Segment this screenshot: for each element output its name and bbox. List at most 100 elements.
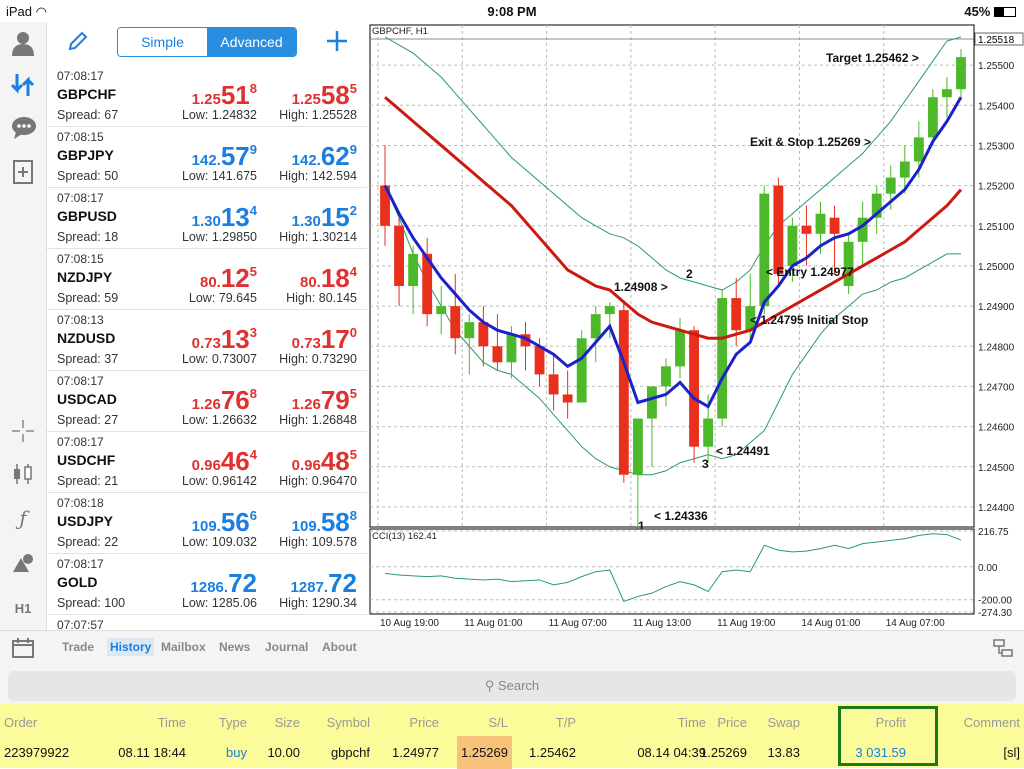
candle-body bbox=[450, 306, 461, 339]
column-header-symbol[interactable]: Symbol bbox=[327, 715, 370, 730]
quote-row[interactable]: 07:08:18 USDJPY Spread: 22 Low: 109.032 High… bbox=[47, 493, 367, 554]
advanced-mode-button[interactable]: Advanced bbox=[207, 28, 296, 56]
candle-body bbox=[913, 137, 924, 162]
quote-row[interactable]: 07:08:17 USDCAD Spread: 27 Low: 1.26632 High… bbox=[47, 371, 367, 432]
quote-time: 07:08:18 bbox=[57, 496, 104, 510]
candle-body bbox=[843, 241, 854, 287]
candle-body bbox=[506, 334, 517, 363]
column-header-size[interactable]: Size bbox=[275, 715, 300, 730]
ask-pips: 58 bbox=[320, 80, 350, 110]
column-header-swap[interactable]: Swap bbox=[767, 715, 800, 730]
simple-mode-button[interactable]: Simple bbox=[118, 28, 207, 56]
search-icon: ⚲ bbox=[484, 678, 495, 693]
timeframe-icon[interactable]: H1 bbox=[11, 597, 35, 621]
quote-row[interactable]: 07:08:15 NZDJPY Spread: 59 Low: 79.645 High:… bbox=[47, 249, 367, 310]
column-header-comment[interactable]: Comment bbox=[964, 715, 1020, 730]
ask-prefix: 80. bbox=[299, 274, 321, 291]
candle-body bbox=[829, 217, 840, 234]
cci-tick: 0.00 bbox=[978, 563, 998, 574]
bid-prefix: 1286. bbox=[190, 579, 229, 596]
ask-prefix: 1.25 bbox=[291, 91, 321, 108]
ask-pips: 48 bbox=[320, 446, 350, 476]
ask-fraction: 5 bbox=[349, 81, 357, 96]
ask-fraction: 5 bbox=[349, 386, 357, 401]
quotes-icon[interactable] bbox=[10, 72, 35, 96]
candle-body bbox=[394, 225, 404, 287]
column-header-price[interactable]: Price bbox=[717, 715, 747, 730]
quote-row[interactable]: 07:08:17 GBPUSD Spread: 18 Low: 1.29850 High… bbox=[47, 188, 367, 249]
quote-spread: Spread: 21 bbox=[57, 474, 119, 488]
ask-prefix: 0.73 bbox=[291, 335, 321, 352]
bid-fraction: 5 bbox=[249, 264, 257, 279]
account-icon[interactable] bbox=[11, 30, 35, 56]
layout-icon[interactable] bbox=[992, 638, 1014, 663]
quote-row[interactable]: 07:08:17 USDCHF Spread: 21 Low: 0.96142 High… bbox=[47, 432, 367, 493]
candle-body bbox=[632, 418, 643, 475]
bid-prefix: 1.30 bbox=[191, 213, 221, 230]
ask-fraction: 9 bbox=[349, 142, 357, 157]
price-chart[interactable]: 1.25500 1.25400 1.25300 1.25200 1.25100 1.250… bbox=[368, 22, 1024, 630]
tab-news[interactable]: News bbox=[219, 640, 250, 654]
bid-pips: 46 bbox=[220, 446, 250, 476]
tab-history[interactable]: History bbox=[107, 638, 155, 656]
quote-row[interactable]: 07:08:15 GBPJPY Spread: 50 Low: 141.675 High… bbox=[47, 127, 367, 188]
quote-symbol: GBPUSD bbox=[57, 208, 117, 224]
ask-pips: 17 bbox=[320, 324, 350, 354]
chat-icon[interactable] bbox=[11, 116, 36, 140]
crosshair-icon[interactable] bbox=[11, 420, 35, 444]
column-header-time[interactable]: Time bbox=[158, 715, 186, 730]
column-header-order[interactable]: Order bbox=[4, 715, 37, 730]
cci-tick: 216.75 bbox=[978, 527, 1009, 538]
bid-fraction: 8 bbox=[249, 386, 257, 401]
price-tick: 1.25400 bbox=[978, 101, 1015, 112]
ask-pips: 18 bbox=[320, 263, 350, 293]
candle-body bbox=[436, 306, 447, 315]
candle-body bbox=[717, 298, 728, 419]
column-header-type[interactable]: Type bbox=[219, 715, 247, 730]
quote-ask: 142.629 bbox=[292, 141, 357, 172]
quote-symbol: NZDUSD bbox=[57, 330, 116, 346]
tab-about[interactable]: About bbox=[322, 640, 357, 654]
candle-body bbox=[759, 193, 770, 307]
candle-body bbox=[647, 386, 657, 419]
objects-icon[interactable] bbox=[11, 552, 35, 576]
history-cell: 08.11 18:44 bbox=[118, 745, 186, 760]
new-document-icon[interactable] bbox=[11, 160, 35, 184]
candle-body bbox=[661, 366, 671, 387]
bid-prefix: 1.25 bbox=[191, 91, 221, 108]
tab-mailbox[interactable]: Mailbox bbox=[161, 640, 206, 654]
history-cell: gbpchf bbox=[330, 745, 370, 760]
quote-spread: Spread: 37 bbox=[57, 352, 119, 366]
quote-row[interactable]: 07:08:17 GBPCHF Spread: 67 Low: 1.24832 High… bbox=[47, 66, 367, 127]
quote-time: 07:08:15 bbox=[57, 252, 104, 266]
price-tick: 1.24800 bbox=[978, 342, 1015, 353]
search-input[interactable]: ⚲ Search bbox=[8, 671, 1016, 701]
time-tick: 10 Aug 19:00 bbox=[380, 618, 439, 629]
bid-fraction: 4 bbox=[249, 447, 257, 462]
quote-bid: 1286.72 bbox=[191, 568, 257, 599]
indicators-icon[interactable] bbox=[11, 462, 35, 486]
price-tick: 1.25000 bbox=[978, 262, 1015, 273]
tab-trade[interactable]: Trade bbox=[62, 640, 94, 654]
battery: 45% bbox=[964, 4, 1016, 19]
column-header-tp[interactable]: T/P bbox=[556, 715, 576, 730]
calendar-icon[interactable] bbox=[12, 638, 34, 663]
column-header-profit[interactable]: Profit bbox=[876, 715, 906, 730]
column-header-time[interactable]: Time bbox=[678, 715, 706, 730]
chart-annotation: 1.24908 > bbox=[614, 280, 668, 294]
candle-body bbox=[618, 310, 629, 475]
quote-row[interactable]: 07:08:17 GOLD Spread: 100 Low: 1285.06 High:… bbox=[47, 554, 367, 615]
quote-row[interactable]: 07:07:57 bbox=[47, 615, 367, 630]
quote-row[interactable]: 07:08:13 NZDUSD Spread: 37 Low: 0.73007 High… bbox=[47, 310, 367, 371]
edit-icon[interactable] bbox=[67, 30, 89, 57]
cci-tick: -274.30 bbox=[978, 608, 1012, 619]
function-icon[interactable]: ƒ bbox=[11, 506, 35, 530]
status-bar: iPad ◠ 9:08 PM 45% bbox=[0, 0, 1024, 22]
quote-spread: Spread: 27 bbox=[57, 413, 119, 427]
column-header-price[interactable]: Price bbox=[409, 715, 439, 730]
add-symbol-icon[interactable] bbox=[325, 29, 349, 58]
tab-journal[interactable]: Journal bbox=[265, 640, 308, 654]
column-header-sl[interactable]: S/L bbox=[488, 715, 508, 730]
search-bar: ⚲ Search bbox=[0, 664, 1024, 704]
ask-pips: 58 bbox=[320, 507, 350, 537]
